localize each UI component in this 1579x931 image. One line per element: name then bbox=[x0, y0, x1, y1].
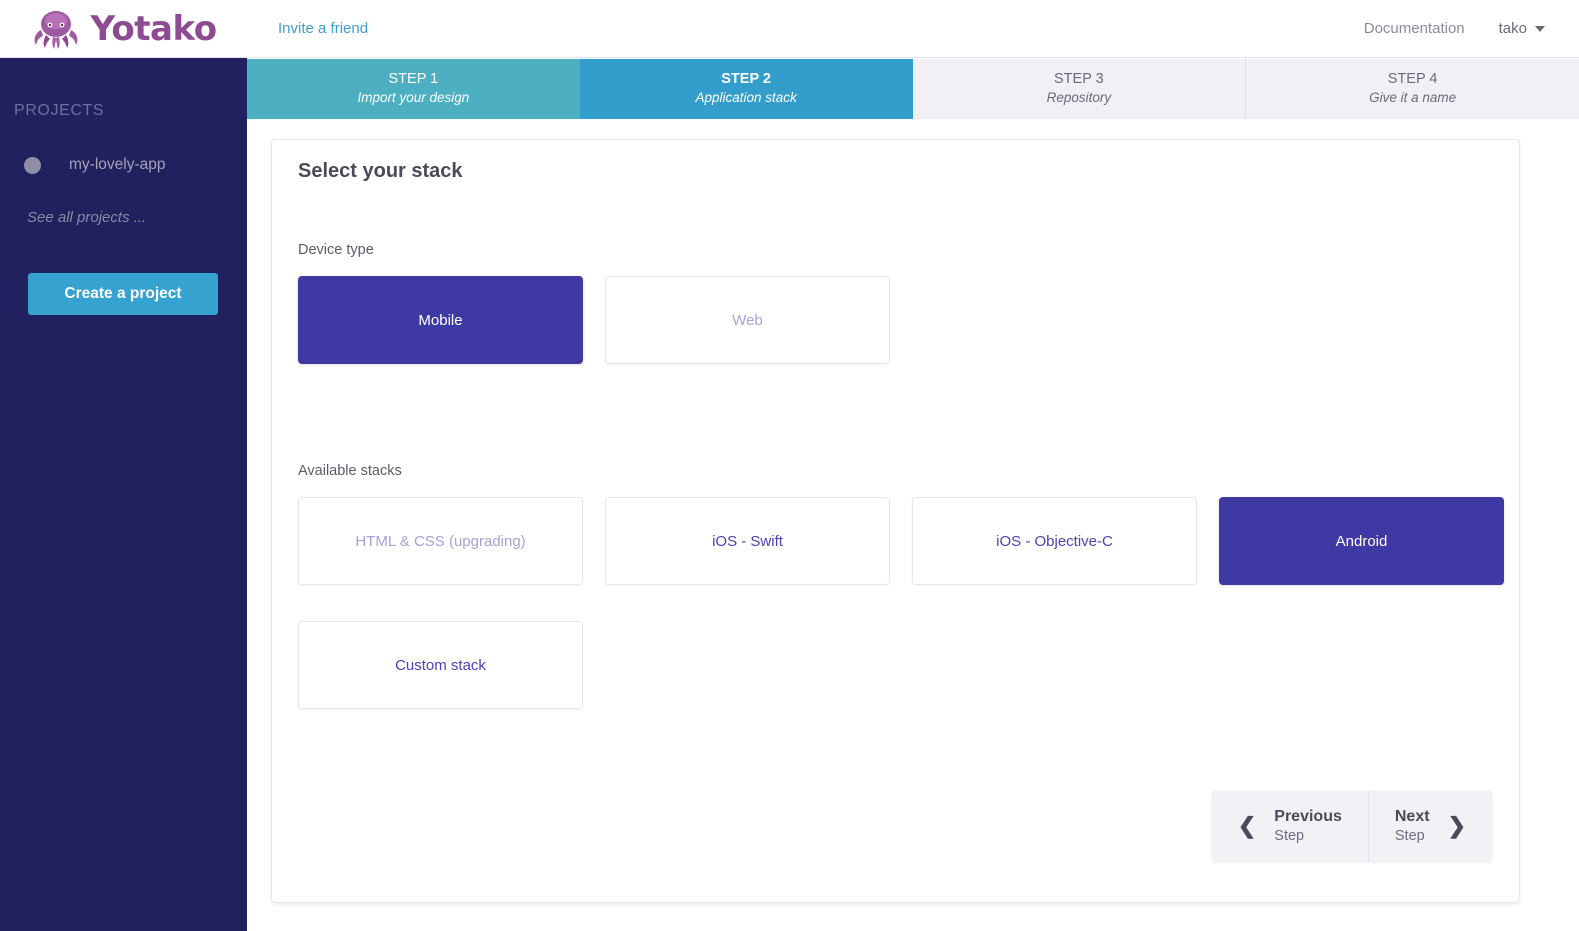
next-step-main-label: Next bbox=[1394, 807, 1430, 825]
step-2-number: STEP 2 bbox=[721, 71, 771, 88]
app-root: Yotako Invite a friend Documentation tak… bbox=[0, 0, 1579, 931]
device-option-mobile[interactable]: Mobile bbox=[298, 276, 583, 364]
project-name-label: my-lovely-app bbox=[69, 156, 166, 173]
available-stacks-label: Available stacks bbox=[298, 463, 402, 479]
page-title: Select your stack bbox=[298, 160, 463, 182]
invite-a-friend-link[interactable]: Invite a friend bbox=[278, 20, 368, 37]
topbar-right-group: Documentation tako bbox=[1364, 20, 1579, 37]
brand-name: Yotako bbox=[90, 8, 217, 49]
create-a-project-button[interactable]: Create a project bbox=[28, 273, 218, 315]
user-menu[interactable]: tako bbox=[1499, 20, 1545, 37]
see-all-projects-link[interactable]: See all projects ... bbox=[27, 209, 247, 226]
step-tab-1[interactable]: STEP 1 Import your design bbox=[247, 59, 580, 119]
device-option-web[interactable]: Web bbox=[605, 276, 890, 364]
main-content-panel: Select your stack Device type Mobile Web… bbox=[271, 139, 1520, 903]
user-menu-label: tako bbox=[1498, 20, 1527, 37]
sidebar: PROJECTS my-lovely-app See all projects … bbox=[0, 58, 247, 931]
step-tab-4[interactable]: STEP 4 Give it a name bbox=[1245, 59, 1579, 119]
next-step-sub-label: Step bbox=[1394, 827, 1425, 844]
device-type-options: Mobile Web bbox=[298, 276, 890, 364]
step-1-number: STEP 1 bbox=[388, 71, 439, 88]
step-3-number: STEP 3 bbox=[1054, 71, 1104, 88]
documentation-link[interactable]: Documentation bbox=[1364, 20, 1465, 37]
step-4-label: Give it a name bbox=[1369, 90, 1457, 106]
chevron-right-icon: ❯ bbox=[1447, 813, 1466, 838]
chevron-left-icon: ❮ bbox=[1237, 813, 1257, 838]
brand-logo-area[interactable]: Yotako bbox=[0, 0, 247, 58]
top-navigation-bar: Yotako Invite a friend Documentation tak… bbox=[0, 0, 1579, 58]
stack-option-ios-swift[interactable]: iOS - Swift bbox=[605, 497, 890, 585]
stack-option-custom-stack[interactable]: Custom stack bbox=[298, 621, 583, 709]
step-4-number: STEP 4 bbox=[1387, 71, 1438, 88]
chevron-down-icon bbox=[1535, 25, 1545, 32]
previous-step-sub-label: Step bbox=[1274, 827, 1305, 844]
step-navigation-group: ❮ Previous Step Next Step ❯ bbox=[1211, 791, 1492, 861]
project-status-dot-icon bbox=[24, 156, 41, 174]
previous-step-button[interactable]: ❮ Previous Step bbox=[1211, 791, 1369, 861]
previous-step-main-label: Previous bbox=[1274, 807, 1342, 825]
step-progress-bar: STEP 1 Import your design STEP 2 Applica… bbox=[247, 59, 1579, 119]
device-type-label: Device type bbox=[298, 242, 374, 258]
available-stacks-group: Available stacks HTML & CSS (upgrading) … bbox=[298, 463, 1504, 709]
sidebar-section-title: PROJECTS bbox=[14, 102, 105, 119]
stack-option-ios-objective-c[interactable]: iOS - Objective-C bbox=[912, 497, 1197, 585]
stack-option-html-css[interactable]: HTML & CSS (upgrading) bbox=[298, 497, 583, 585]
stack-option-android[interactable]: Android bbox=[1219, 497, 1504, 585]
next-step-button[interactable]: Next Step ❯ bbox=[1368, 791, 1492, 861]
step-tab-3[interactable]: STEP 3 Repository bbox=[912, 59, 1246, 119]
octopus-icon bbox=[30, 7, 82, 51]
device-type-group: Device type Mobile Web bbox=[298, 242, 890, 364]
step-2-label: Application stack bbox=[695, 90, 797, 106]
sidebar-item-my-lovely-app[interactable]: my-lovely-app bbox=[24, 156, 247, 174]
step-1-label: Import your design bbox=[357, 90, 470, 106]
step-3-label: Repository bbox=[1046, 90, 1112, 106]
available-stacks-row-1: HTML & CSS (upgrading) iOS - Swift iOS -… bbox=[298, 497, 1504, 585]
available-stacks-row-2: Custom stack bbox=[298, 621, 1504, 709]
step-tab-2[interactable]: STEP 2 Application stack bbox=[579, 59, 913, 119]
